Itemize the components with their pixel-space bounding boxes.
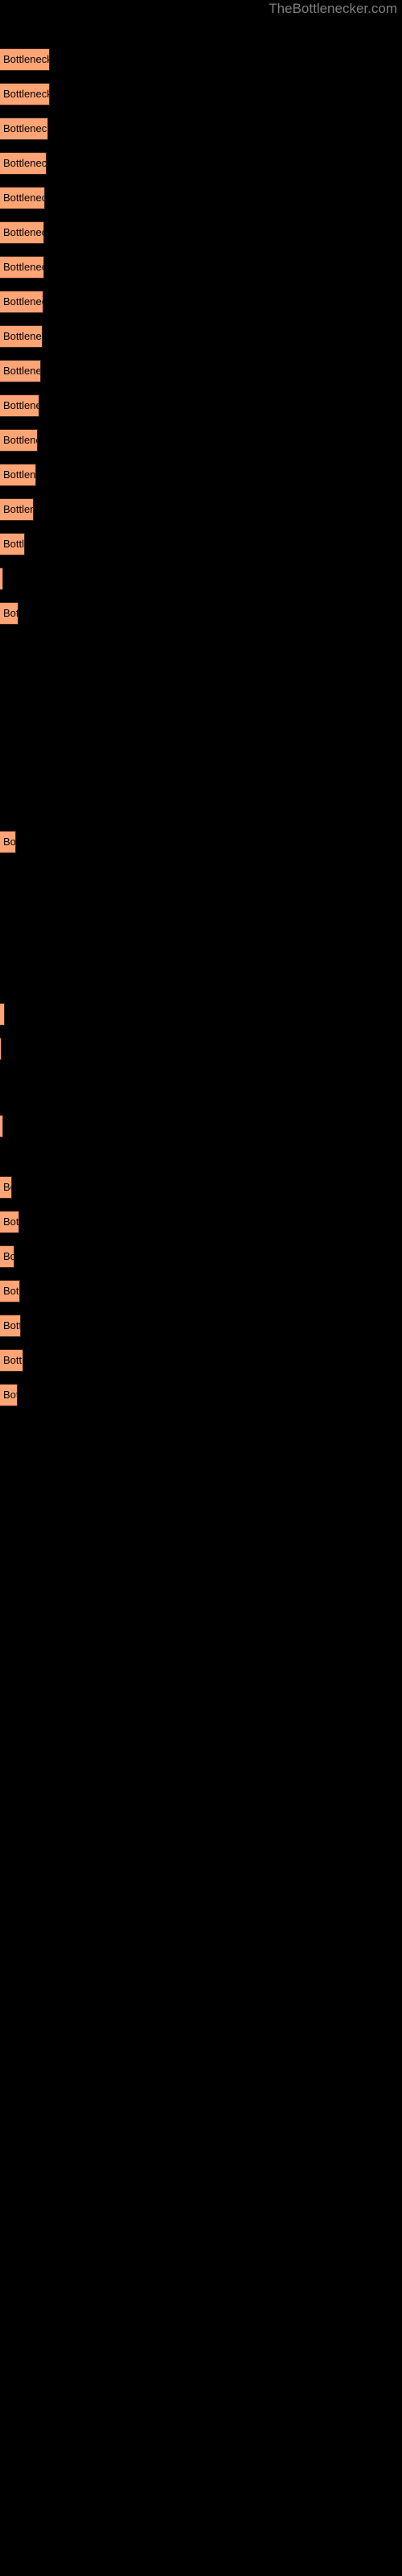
bar-row: Bottleneck result — [0, 1038, 2, 1060]
bar-1 — [0, 48, 50, 71]
bar-28 — [0, 1384, 18, 1406]
bar-26 — [0, 1315, 21, 1337]
bar-row: Bottleneck result — [0, 568, 3, 590]
bar-12 — [0, 429, 38, 452]
bar-3 — [0, 118, 48, 140]
bar-row: Bottleneck result — [0, 1349, 23, 1372]
bar-8 — [0, 291, 43, 313]
bar-18 — [0, 831, 16, 853]
bar-row: Bottleneck result — [0, 118, 48, 140]
bar-row: Bottleneck result — [0, 152, 47, 175]
bar-row: Bottleneck result — [0, 325, 43, 348]
bar-16 — [0, 568, 3, 590]
bar-row: Bottleneck result — [0, 1315, 21, 1337]
bar-row: Bottleneck result — [0, 394, 39, 417]
bar-17 — [0, 602, 18, 625]
bar-row: Bottleneck result — [0, 602, 18, 625]
bar-row: Bottleneck result — [0, 221, 44, 244]
bar-7 — [0, 256, 44, 279]
bar-row: Bottleneck result — [0, 291, 43, 313]
bar-row: Bottleneck result — [0, 187, 45, 209]
bar-row: Bottleneck result — [0, 498, 34, 521]
bar-row: Bottleneck result — [0, 256, 44, 279]
bar-21 — [0, 1115, 3, 1137]
bar-10 — [0, 360, 41, 382]
bar-row: Bottleneck result — [0, 1245, 14, 1268]
bar-14 — [0, 498, 34, 521]
bar-4 — [0, 152, 47, 175]
bar-row: Bottleneck result — [0, 1003, 5, 1026]
bar-23 — [0, 1211, 19, 1233]
bar-25 — [0, 1280, 20, 1302]
bar-row: Bottleneck result — [0, 1176, 12, 1199]
bar-row: Bottleneck result — [0, 533, 25, 555]
bar-row: Bottleneck result — [0, 1115, 3, 1137]
bar-row: Bottleneck result — [0, 48, 50, 71]
bar-row: Bottleneck result — [0, 1280, 20, 1302]
bar-22 — [0, 1176, 12, 1199]
bar-15 — [0, 533, 25, 555]
bar-13 — [0, 464, 36, 486]
bar-9 — [0, 325, 43, 348]
bottleneck-bar-chart: Bottleneck result Bottleneck result Bottle… — [0, 0, 402, 2576]
bar-row: Bottleneck result — [0, 1211, 19, 1233]
bar-20 — [0, 1038, 2, 1060]
bar-5 — [0, 187, 45, 209]
bar-row: Bottleneck result — [0, 360, 41, 382]
bar-row: Bottleneck result — [0, 831, 16, 853]
bar-24 — [0, 1245, 14, 1268]
bar-6 — [0, 221, 44, 244]
bar-2 — [0, 83, 50, 105]
bar-27 — [0, 1349, 23, 1372]
bar-row: Bottleneck result — [0, 1384, 18, 1406]
bar-row: Bottleneck result — [0, 464, 36, 486]
bar-19 — [0, 1003, 5, 1026]
bar-row: Bottleneck result — [0, 83, 50, 105]
bar-11 — [0, 394, 39, 417]
bar-row: Bottleneck result — [0, 429, 38, 452]
